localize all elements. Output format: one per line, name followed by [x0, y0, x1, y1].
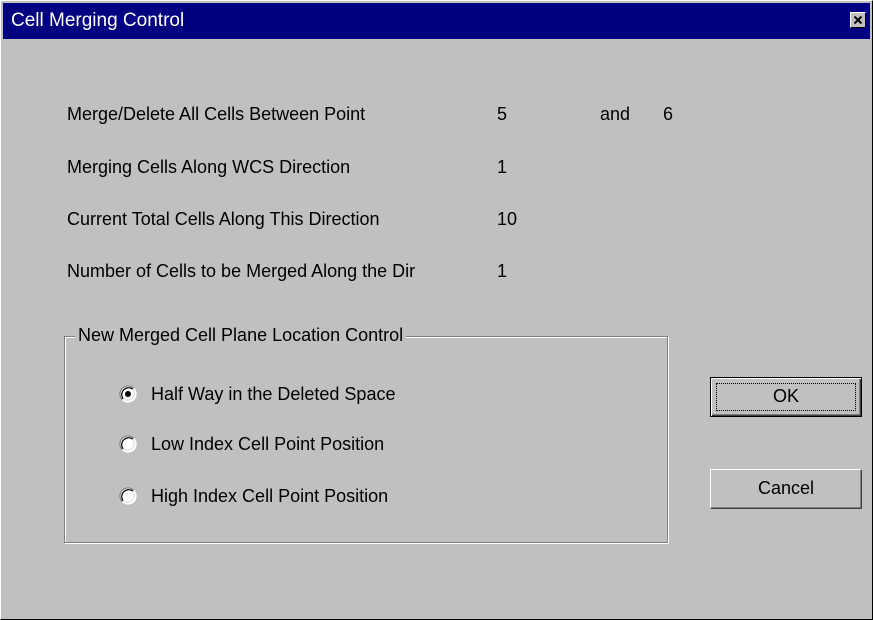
option-low-index-label[interactable]: Low Index Cell Point Position [151, 433, 384, 455]
total-cells-value: 10 [497, 209, 518, 229]
cancel-button[interactable]: Cancel [710, 469, 862, 509]
close-icon [853, 15, 863, 25]
total-cells-label: Current Total Cells Along This Direction [67, 209, 380, 229]
ok-button[interactable]: OK [710, 377, 862, 417]
cell-merging-dialog: Cell Merging Control Merge/Delete All Ce… [0, 0, 873, 620]
title-bar[interactable]: Cell Merging Control [3, 3, 870, 39]
merge-delete-label: Merge/Delete All Cells Between Point [67, 104, 366, 124]
option-high-index-label[interactable]: High Index Cell Point Position [151, 485, 388, 507]
radio-high-index[interactable] [119, 487, 137, 505]
radio-low-index[interactable] [119, 435, 137, 453]
cells-merged-value: 1 [497, 261, 508, 281]
plane-location-group-title: New Merged Cell Plane Location Control [75, 324, 407, 346]
option-half-way-label[interactable]: Half Way in the Deleted Space [151, 383, 395, 405]
wcs-direction-label: Merging Cells Along WCS Direction [67, 157, 351, 177]
dialog-title: Cell Merging Control [11, 10, 185, 31]
and-label: and [600, 104, 631, 124]
wcs-direction-value: 1 [497, 157, 508, 177]
cells-merged-label: Number of Cells to be Merged Along the D… [67, 261, 416, 281]
merge-from-point-value: 5 [497, 104, 508, 124]
close-button[interactable] [850, 12, 866, 28]
radio-half-way[interactable] [119, 385, 137, 403]
merge-to-point-value: 6 [663, 104, 674, 124]
cancel-button-label: Cancel [757, 478, 815, 498]
focus-rectangle [716, 383, 856, 411]
radio-selected-dot [125, 391, 131, 397]
